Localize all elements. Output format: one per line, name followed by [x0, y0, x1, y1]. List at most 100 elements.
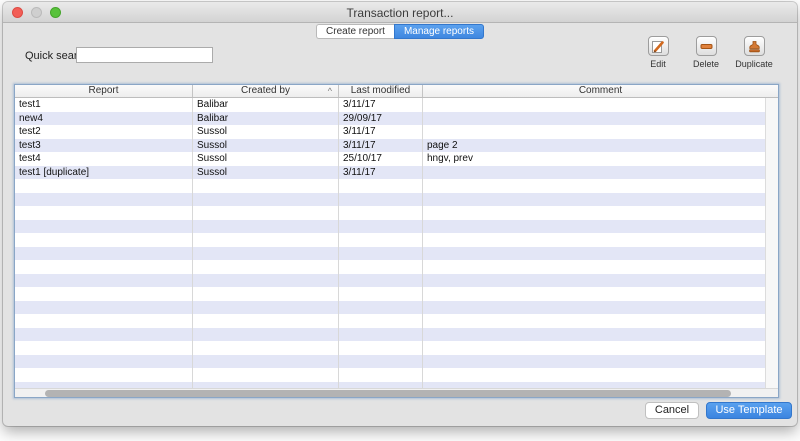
table-cell: [339, 355, 423, 369]
table-row[interactable]: [15, 314, 765, 328]
table-cell: [339, 274, 423, 288]
table-row[interactable]: test2Sussol3/11/17: [15, 125, 765, 139]
table-row[interactable]: [15, 301, 765, 315]
table-row[interactable]: test1Balibar3/11/17: [15, 98, 765, 112]
table-cell: [423, 206, 765, 220]
table-cell: [15, 328, 193, 342]
table-cell: [15, 368, 193, 382]
delete-button-label: Delete: [682, 59, 730, 69]
table-cell: [423, 274, 765, 288]
table-cell: [15, 220, 193, 234]
column-header-created-by[interactable]: Created by^: [193, 85, 339, 97]
table-cell: [423, 179, 765, 193]
horizontal-scrollbar[interactable]: [15, 388, 778, 397]
table-row[interactable]: test1 [duplicate]Sussol3/11/17: [15, 166, 765, 180]
table-cell: [423, 193, 765, 207]
column-header-last-modified[interactable]: Last modified: [339, 85, 423, 97]
table-cell: 3/11/17: [339, 125, 423, 139]
table-row[interactable]: [15, 287, 765, 301]
table-cell: [15, 301, 193, 315]
table-cell: new4: [15, 112, 193, 126]
table-cell: [15, 179, 193, 193]
duplicate-button[interactable]: Duplicate: [730, 36, 778, 69]
table-cell: page 2: [423, 139, 765, 153]
delete-button[interactable]: Delete: [682, 36, 730, 69]
table-cell: [193, 287, 339, 301]
cancel-button[interactable]: Cancel: [645, 402, 699, 419]
table-row[interactable]: [15, 179, 765, 193]
column-header-comment[interactable]: Comment: [423, 85, 778, 97]
table-cell: [423, 355, 765, 369]
column-header-report[interactable]: Report: [15, 85, 193, 97]
vertical-scrollbar[interactable]: [765, 98, 778, 388]
table-cell: [339, 368, 423, 382]
horizontal-scrollbar-thumb[interactable]: [45, 390, 731, 397]
table-row[interactable]: [15, 341, 765, 355]
table-cell: Sussol: [193, 139, 339, 153]
table-row[interactable]: [15, 260, 765, 274]
table-cell: [339, 247, 423, 261]
table-row[interactable]: [15, 355, 765, 369]
table-cell: [339, 220, 423, 234]
table-row[interactable]: test4Sussol25/10/17hngv, prev: [15, 152, 765, 166]
table-cell: [423, 112, 765, 126]
edit-button-label: Edit: [634, 59, 682, 69]
edit-button[interactable]: Edit: [634, 36, 682, 69]
table-cell: [193, 220, 339, 234]
table-cell: [423, 220, 765, 234]
table-row[interactable]: [15, 247, 765, 261]
table-cell: [193, 341, 339, 355]
table-cell: [423, 287, 765, 301]
table-cell: [193, 328, 339, 342]
table-cell: test1 [duplicate]: [15, 166, 193, 180]
tab-create-report[interactable]: Create report: [316, 24, 394, 39]
table-cell: [15, 193, 193, 207]
tab-manage-reports[interactable]: Manage reports: [394, 24, 484, 39]
table-cell: [423, 301, 765, 315]
table-cell: 25/10/17: [339, 152, 423, 166]
table-cell: [423, 341, 765, 355]
table-cell: [15, 274, 193, 288]
use-template-button[interactable]: Use Template: [706, 402, 792, 419]
table-cell: 3/11/17: [339, 139, 423, 153]
table-cell: [339, 260, 423, 274]
table-row[interactable]: new4Balibar29/09/17: [15, 112, 765, 126]
table-cell: 29/09/17: [339, 112, 423, 126]
table-row[interactable]: [15, 193, 765, 207]
table-cell: [339, 314, 423, 328]
quick-search-input[interactable]: [76, 47, 213, 63]
table-cell: test2: [15, 125, 193, 139]
table-cell: [15, 341, 193, 355]
table-cell: [339, 287, 423, 301]
table-cell: [193, 260, 339, 274]
table-cell: [423, 125, 765, 139]
table-cell: [15, 233, 193, 247]
table-cell: [339, 341, 423, 355]
table-cell: [339, 328, 423, 342]
table-cell: 3/11/17: [339, 166, 423, 180]
table-row[interactable]: [15, 328, 765, 342]
table-row[interactable]: [15, 206, 765, 220]
window-title: Transaction report...: [3, 6, 797, 20]
table-cell: [423, 166, 765, 180]
duplicate-button-label: Duplicate: [730, 59, 778, 69]
transaction-report-window: Transaction report... Create report Mana…: [3, 2, 797, 426]
table-row[interactable]: [15, 274, 765, 288]
table-row[interactable]: [15, 233, 765, 247]
table-body: test1Balibar3/11/17new4Balibar29/09/17te…: [15, 98, 765, 388]
table-cell: [423, 368, 765, 382]
table-cell: [423, 314, 765, 328]
table-cell: Sussol: [193, 125, 339, 139]
table-row[interactable]: test3Sussol3/11/17page 2: [15, 139, 765, 153]
table-row[interactable]: [15, 368, 765, 382]
table-cell: [193, 193, 339, 207]
table-cell: [423, 98, 765, 112]
table-cell: Sussol: [193, 166, 339, 180]
table-cell: [339, 301, 423, 315]
table-row[interactable]: [15, 220, 765, 234]
table-cell: test3: [15, 139, 193, 153]
table-cell: test1: [15, 98, 193, 112]
title-bar[interactable]: Transaction report...: [3, 2, 797, 23]
table-cell: hngv, prev: [423, 152, 765, 166]
sort-ascending-icon: ^: [328, 85, 332, 97]
